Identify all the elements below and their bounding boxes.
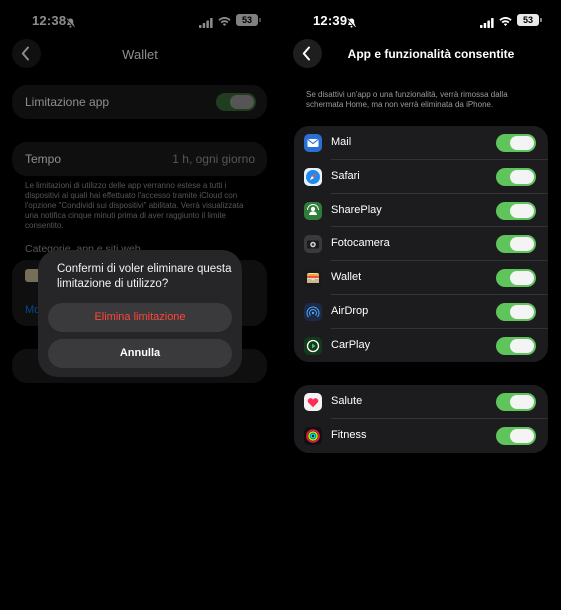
- airdrop-icon: [304, 303, 322, 321]
- list-item-mail: Mail: [294, 126, 548, 160]
- wallet-limit-screen: 12:38 53 Wallet Limitazione app Tempo 1 …: [0, 0, 280, 610]
- apps-list-primary: Mail Safari SharePlay Fotocamera Wallet …: [294, 126, 548, 362]
- list-item-airdrop: AirDrop: [294, 295, 548, 329]
- wifi-icon: [499, 14, 512, 32]
- camera-icon: [304, 235, 322, 254]
- fotocamera-toggle[interactable]: [496, 235, 536, 254]
- cancel-button[interactable]: Annulla: [48, 339, 232, 368]
- list-item-shareplay: SharePlay: [294, 194, 548, 228]
- cellular-signal-icon: [480, 15, 494, 33]
- app-name: Fitness: [331, 428, 367, 441]
- airdrop-toggle[interactable]: [496, 303, 536, 321]
- status-bar: 12:39 53: [281, 12, 561, 30]
- app-name: SharePlay: [331, 203, 382, 216]
- carplay-icon: [304, 336, 322, 355]
- delete-limit-button[interactable]: Elimina limitazione: [48, 303, 232, 332]
- app-name: CarPlay: [331, 338, 371, 351]
- list-item-wallet: Wallet: [294, 261, 548, 295]
- alert-message: Confermi di voler eliminare questa limit…: [57, 263, 232, 290]
- health-icon: [304, 393, 322, 411]
- list-item-safari: Safari: [294, 160, 548, 194]
- allowed-apps-screen: 12:39 53 App e funzionalità consentite S…: [281, 0, 561, 610]
- silent-bell-icon: [346, 15, 357, 33]
- carplay-toggle[interactable]: [496, 336, 536, 355]
- battery-icon: 53: [517, 14, 542, 26]
- list-item-salute: Salute: [294, 385, 548, 419]
- app-name: Wallet: [331, 271, 362, 284]
- wallet-toggle[interactable]: [496, 269, 536, 288]
- page-title: App e funzionalità consentite: [347, 47, 515, 61]
- app-name: Safari: [331, 169, 360, 182]
- wallet-icon: [304, 269, 322, 288]
- fitness-toggle[interactable]: [496, 426, 536, 445]
- status-time: 12:39: [313, 13, 348, 28]
- shareplay-icon: [304, 201, 322, 220]
- info-text: Se disattivi un'app o una funzionalità, …: [306, 90, 508, 109]
- list-item-fotocamera: Fotocamera: [294, 227, 548, 262]
- confirm-delete-alert: Confermi di voler eliminare questa limit…: [38, 250, 242, 377]
- safari-toggle[interactable]: [496, 167, 536, 186]
- app-name: Mail: [331, 136, 352, 148]
- salute-toggle[interactable]: [496, 393, 536, 411]
- list-item-fitness: Fitness: [294, 419, 548, 453]
- mail-icon: [304, 134, 322, 152]
- mail-toggle[interactable]: [496, 134, 536, 152]
- safari-icon: [304, 167, 322, 186]
- fitness-icon: [304, 426, 322, 445]
- apps-list-health: Salute Fitness: [294, 385, 548, 453]
- app-name: Fotocamera: [331, 237, 390, 250]
- shareplay-toggle[interactable]: [496, 201, 536, 220]
- app-name: AirDrop: [331, 305, 369, 317]
- app-name: Salute: [331, 395, 363, 407]
- list-item-carplay: CarPlay: [294, 329, 548, 363]
